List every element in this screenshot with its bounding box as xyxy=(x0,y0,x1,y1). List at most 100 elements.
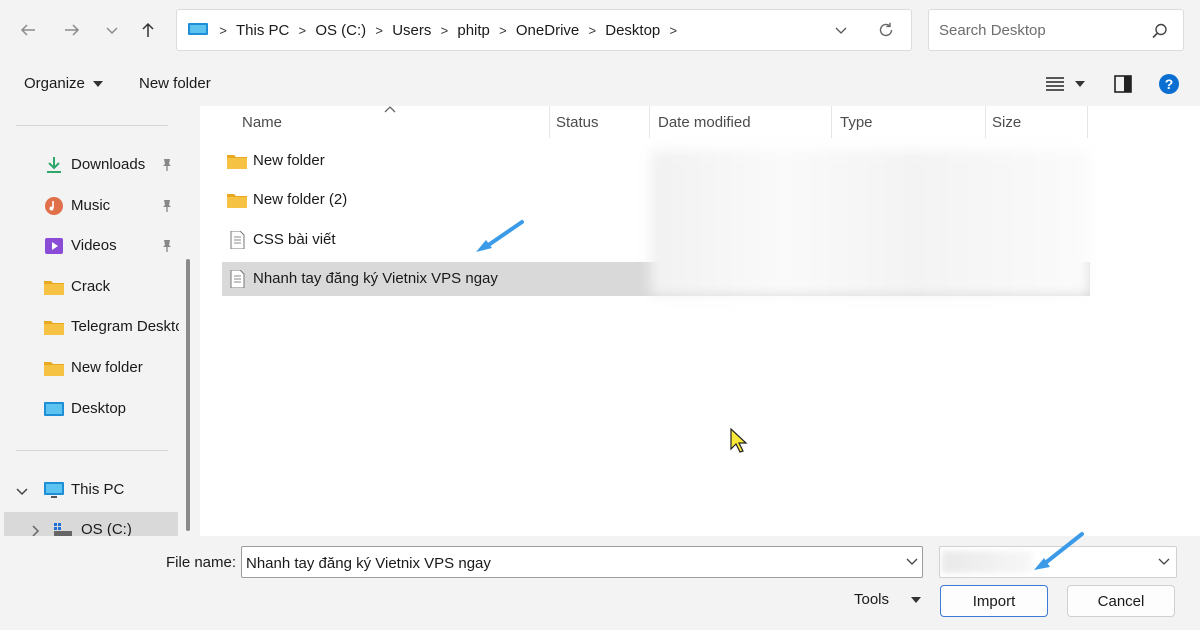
view-options-caret-icon[interactable] xyxy=(1075,81,1085,87)
this-pc-icon xyxy=(44,482,64,498)
breadcrumb-item[interactable]: OS (C:) xyxy=(311,22,370,39)
pin-icon[interactable] xyxy=(160,158,174,172)
text-file-icon xyxy=(230,231,245,249)
nav-item-new-folder[interactable]: New folder xyxy=(0,350,180,386)
folder-icon xyxy=(227,155,247,169)
column-header-name[interactable]: Name xyxy=(234,106,550,138)
column-header-type[interactable]: Type xyxy=(832,106,986,138)
music-icon xyxy=(45,197,63,215)
forward-button[interactable] xyxy=(58,16,86,44)
chevron-right-icon: > xyxy=(219,22,227,38)
organize-label: Organize xyxy=(24,75,85,92)
chevron-right-icon[interactable]: > xyxy=(435,23,453,38)
chevron-down-icon[interactable] xyxy=(1158,557,1170,567)
navigation-pane: Downloads Music Videos Crack Telegram De… xyxy=(0,106,200,536)
nav-item-label: Crack xyxy=(71,278,111,295)
nav-item-crack[interactable]: Crack xyxy=(0,269,180,305)
breadcrumb-item[interactable]: This PC xyxy=(232,22,293,39)
pin-icon[interactable] xyxy=(160,239,174,253)
dialog-footer: File name: Tools Import Cancel xyxy=(0,532,1200,630)
column-header-date-modified[interactable]: Date modified xyxy=(650,106,832,138)
chevron-right-icon[interactable]: > xyxy=(494,23,512,38)
chevron-right-icon[interactable] xyxy=(28,524,42,536)
chevron-right-icon[interactable]: > xyxy=(664,23,682,38)
chevron-right-icon[interactable]: > xyxy=(583,23,601,38)
nav-item-music[interactable]: Music xyxy=(0,188,180,224)
new-folder-button[interactable]: New folder xyxy=(139,75,211,92)
folder-icon xyxy=(44,281,64,295)
command-bar: Organize New folder xyxy=(0,62,1200,106)
nav-item-label: Telegram Desktop xyxy=(71,318,179,335)
text-file-icon xyxy=(230,270,245,288)
cancel-button[interactable]: Cancel xyxy=(1067,585,1175,617)
nav-item-label: This PC xyxy=(71,481,125,498)
search-box[interactable] xyxy=(928,9,1184,51)
scrollbar-thumb[interactable] xyxy=(186,259,190,531)
file-name: CSS bài viết xyxy=(253,231,336,248)
this-pc-icon xyxy=(188,23,208,37)
import-button[interactable]: Import xyxy=(940,585,1048,617)
folder-icon xyxy=(227,194,247,208)
chevron-down-icon[interactable] xyxy=(906,557,918,567)
breadcrumb-item[interactable]: Users xyxy=(388,22,435,39)
divider xyxy=(16,450,168,451)
tools-label: Tools xyxy=(854,591,890,608)
file-name-field[interactable] xyxy=(246,553,886,573)
file-name-label: File name: xyxy=(166,554,237,571)
address-bar[interactable]: > This PC > OS (C:) > Users > phitp > On… xyxy=(176,9,912,51)
breadcrumb-item[interactable]: OneDrive xyxy=(512,22,583,39)
nav-item-videos[interactable]: Videos xyxy=(0,228,180,264)
nav-item-this-pc[interactable]: This PC xyxy=(0,472,180,508)
folder-icon xyxy=(44,362,64,376)
column-label: Name xyxy=(242,113,283,131)
view-options-icon[interactable] xyxy=(1046,76,1064,92)
nav-item-downloads[interactable]: Downloads xyxy=(0,147,180,183)
column-label: Type xyxy=(840,113,873,131)
preview-pane-icon[interactable] xyxy=(1114,75,1132,93)
column-header-size[interactable]: Size xyxy=(984,106,1088,138)
nav-item-os-c[interactable]: OS (C:) xyxy=(4,512,178,536)
folder-icon xyxy=(44,321,64,335)
download-icon xyxy=(47,157,61,173)
nav-item-label: New folder xyxy=(71,359,143,376)
breadcrumb-item[interactable]: Desktop xyxy=(601,22,664,39)
organize-menu[interactable]: Organize xyxy=(24,75,103,92)
file-name-combobox[interactable] xyxy=(241,546,923,578)
video-icon xyxy=(45,238,63,254)
svg-text:?: ? xyxy=(1165,76,1174,92)
nav-item-desktop[interactable]: Desktop xyxy=(0,391,180,427)
chevron-right-icon[interactable]: > xyxy=(370,23,388,38)
caret-down-icon xyxy=(911,596,922,603)
nav-item-telegram-desktop[interactable]: Telegram Desktop xyxy=(0,309,180,345)
mouse-cursor-icon xyxy=(730,428,748,453)
column-label: Status xyxy=(556,113,599,131)
pin-icon[interactable] xyxy=(160,199,174,213)
arrow-left-icon xyxy=(20,24,35,36)
tools-menu[interactable]: Tools xyxy=(854,591,922,608)
caret-down-icon xyxy=(92,80,103,87)
divider xyxy=(16,125,168,126)
blurred-details xyxy=(650,150,1090,296)
annotation-arrow-icon xyxy=(476,220,524,252)
file-name: New folder xyxy=(253,152,325,169)
desktop-icon xyxy=(44,402,64,416)
search-icon[interactable] xyxy=(1151,22,1169,40)
file-name: Nhanh tay đăng ký Vietnix VPS ngay xyxy=(253,270,498,287)
file-name: New folder (2) xyxy=(253,191,348,208)
annotation-arrow-icon xyxy=(1034,532,1084,570)
refresh-icon[interactable] xyxy=(877,21,895,39)
new-folder-label: New folder xyxy=(139,75,211,92)
column-label: Date modified xyxy=(658,113,751,131)
recent-dropdown-button[interactable] xyxy=(98,16,126,44)
chevron-right-icon[interactable]: > xyxy=(293,23,311,38)
breadcrumb-item[interactable]: phitp xyxy=(453,22,494,39)
search-input[interactable] xyxy=(939,20,1139,40)
help-icon[interactable]: ? xyxy=(1158,73,1180,95)
up-button[interactable] xyxy=(134,16,162,44)
column-header-status[interactable]: Status xyxy=(548,106,650,138)
arrow-up-icon xyxy=(142,22,154,37)
chevron-down-icon xyxy=(106,27,118,35)
arrow-right-icon xyxy=(65,24,80,36)
address-history-dropdown-icon[interactable] xyxy=(833,22,849,38)
back-button[interactable] xyxy=(14,16,42,44)
